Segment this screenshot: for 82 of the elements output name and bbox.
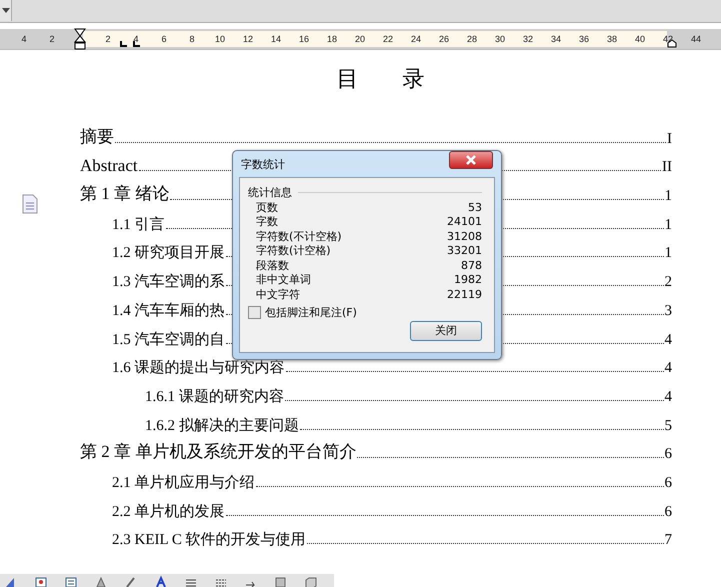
toc-title: 目 录	[336, 66, 426, 94]
toc-entry[interactable]: 1.6 课题的提出与研究内容	[112, 358, 284, 378]
ruler-number: 26	[438, 34, 449, 44]
ruler-number: 2	[105, 34, 110, 44]
ruler-number: 22	[382, 34, 393, 44]
stat-label: 中文字符	[256, 286, 300, 302]
checkbox-label: 包括脚注和尾注(F)	[265, 304, 357, 320]
stat-label: 字符数(不计空格)	[256, 228, 342, 244]
stat-value: 33201	[447, 244, 482, 258]
page-number: II	[662, 159, 672, 176]
ruler-number: 4	[21, 34, 26, 44]
toc-entry[interactable]: 1.1 引言	[112, 214, 164, 234]
stat-value: 24101	[447, 215, 482, 228]
ruler-number: 36	[578, 34, 589, 44]
page-number: 4	[664, 332, 672, 348]
dialog-title: 字数统计	[241, 156, 285, 172]
picture-icon[interactable]	[34, 575, 48, 587]
stat-label: 段落数	[256, 258, 289, 273]
toc-entry[interactable]: 1.5 汽车空调的自	[112, 330, 224, 348]
ruler-number: 16	[298, 34, 309, 44]
caret-icon	[2, 8, 10, 13]
stat-value: 31208	[447, 230, 482, 243]
ruler-number: 24	[410, 34, 421, 44]
ruler-number: 6	[161, 34, 166, 44]
text-box-icon[interactable]	[64, 575, 78, 587]
stat-value: 22119	[447, 288, 482, 301]
stat-label: 字符数(计空格)	[256, 243, 331, 258]
font-color-icon[interactable]	[154, 575, 168, 587]
page-number: 6	[664, 446, 672, 464]
toc-entry[interactable]: 1.6.2 拟解决的主要问题	[145, 416, 299, 435]
toc-entry[interactable]: 第 2 章 单片机及系统开发的平台简介	[80, 440, 356, 464]
ruler-number: 8	[189, 34, 194, 44]
indent-marker-icon[interactable]	[74, 28, 86, 50]
ruler-number: 20	[354, 34, 365, 44]
ruler-number: 38	[606, 34, 617, 44]
group-label: 统计信息	[248, 184, 292, 200]
toc-entry[interactable]: 摘要	[80, 124, 114, 148]
stat-value: 878	[461, 258, 482, 272]
ruler-number: 34	[550, 34, 561, 44]
page-number: 4	[664, 360, 672, 378]
stat-value: 1982	[454, 273, 482, 286]
ruler-number: 28	[466, 34, 477, 44]
page-number: 5	[664, 418, 672, 435]
page-number: 1	[664, 245, 672, 262]
page-number: 2	[664, 274, 672, 292]
page-number: 1	[664, 216, 672, 234]
dropdown-button[interactable]	[0, 0, 12, 21]
page-number: 6	[664, 474, 672, 492]
toc-entry[interactable]: Abstract	[80, 156, 138, 176]
toc-entry[interactable]: 1.4 汽车车厢的热	[112, 300, 224, 320]
ruler-number: 2	[49, 34, 54, 44]
ruler-number: 14	[270, 34, 281, 44]
page-number: 3	[664, 302, 672, 320]
page-number: 4	[664, 388, 672, 406]
ruler-number: 30	[494, 34, 505, 44]
close-button[interactable]	[449, 151, 493, 169]
stat-label: 非中文单词	[256, 272, 311, 288]
ruler-number: 12	[242, 34, 253, 44]
toc-entry[interactable]: 2.1 单片机应用与介绍	[112, 472, 254, 492]
ruler-number: 44	[690, 34, 701, 44]
checkbox[interactable]	[248, 306, 261, 318]
ruler-number: 18	[326, 34, 337, 44]
ruler-number: 32	[522, 34, 533, 44]
ruler-number: 40	[634, 34, 645, 44]
page-number: 7	[664, 532, 672, 550]
page-number: I	[667, 130, 672, 148]
toc-entry[interactable]: 2.3 KEIL C 软件的开发与使用	[112, 530, 306, 550]
close-button[interactable]: 关闭	[410, 320, 482, 340]
toc-entry[interactable]: 1.2 研究项目开展	[112, 243, 224, 262]
toc-entry[interactable]: 1.6.1 课题的研究内容	[145, 386, 284, 406]
page-number: 6	[664, 504, 672, 521]
stat-label: 页数	[256, 200, 278, 215]
toc-entry[interactable]: 第 1 章 绪论	[80, 182, 170, 206]
toc-entry[interactable]: 1.3 汽车空调的系	[112, 272, 224, 292]
close-icon	[465, 155, 477, 165]
ruler-number: 10	[214, 34, 225, 44]
toc-entry[interactable]: 2.2 单片机的发展	[112, 502, 224, 521]
stat-value: 53	[468, 200, 482, 214]
page-number: 1	[664, 188, 672, 206]
ruler-number: 4	[133, 34, 138, 44]
document-icon	[22, 194, 38, 214]
stat-label: 字数	[256, 214, 278, 230]
